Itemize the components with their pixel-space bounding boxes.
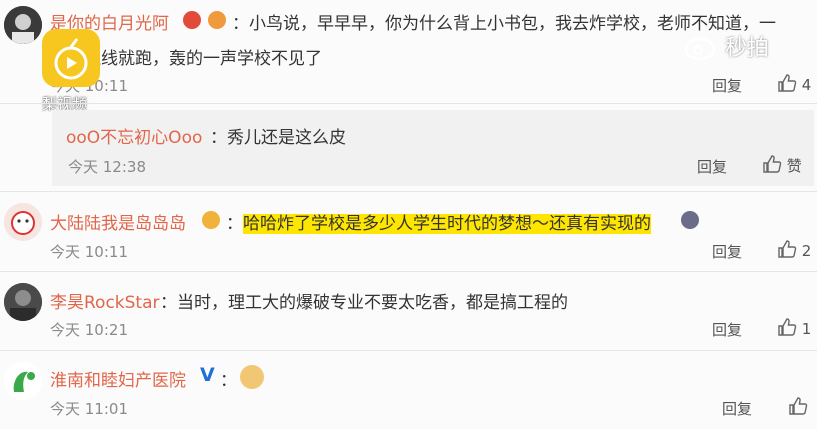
like-button[interactable]: 赞 — [762, 154, 802, 176]
weibo-watermark-text: 秒拍 — [725, 36, 770, 61]
medal-badge-icon — [202, 211, 220, 229]
emoji-icon — [183, 11, 201, 29]
dog-emoji-icon — [240, 365, 264, 389]
divider — [0, 191, 817, 192]
thumbs-up-icon — [763, 155, 782, 173]
divider — [0, 350, 817, 351]
comment-author-name[interactable]: 李昊RockStar — [50, 288, 160, 313]
comment-time: 今天 10:21 — [50, 321, 128, 339]
comment-colon: ： — [226, 214, 243, 234]
divider — [0, 103, 817, 104]
like-button[interactable]: 4 — [777, 73, 811, 94]
comment-time: 今天 11:01 — [50, 400, 128, 418]
reply-time: 今天 12:38 — [68, 158, 146, 176]
reply-button[interactable]: 回复 — [712, 241, 742, 262]
like-count: 2 — [801, 242, 812, 260]
avatar[interactable] — [4, 362, 42, 400]
reply-button[interactable]: 回复 — [712, 319, 742, 340]
reply-author-name[interactable]: ooO不忘初心Ooo — [66, 123, 202, 148]
comment-feed: 是你的白月光阿 ：小鸟说，早早早，你为什么背上小书包，我去炸学校，老师不知道，一… — [0, 0, 817, 429]
comment-text: ：哈哈炸了学校是多少人学生时代的梦想～还真有实现的 — [226, 209, 651, 234]
thumbs-up-icon — [778, 74, 797, 92]
weibo-watermark: 秒拍 — [684, 30, 769, 62]
comment-text: ：当时，理工大的爆破专业不要太吃香，都是搞工程的 — [160, 293, 568, 313]
reply-button[interactable]: 回复 — [712, 75, 742, 96]
avatar[interactable] — [4, 283, 42, 321]
like-button[interactable] — [788, 396, 808, 417]
like-button[interactable]: 2 — [777, 239, 811, 260]
reply-button[interactable]: 回复 — [697, 156, 727, 177]
like-button[interactable]: 1 — [777, 317, 811, 338]
divider — [0, 271, 817, 272]
verified-v-icon: V — [200, 364, 215, 386]
thumbs-up-icon — [778, 318, 797, 336]
pear-video-logo — [42, 29, 100, 87]
highlighted-text: 哈哈炸了学校是多少人学生时代的梦想～还真有实现的 — [243, 214, 651, 234]
comment-author-name[interactable]: 大陆陆我是岛岛岛 — [50, 209, 186, 234]
emoji-icon — [681, 211, 699, 229]
comment-text-continued: 拉线就跑，轰的一声学校不见了 — [84, 49, 322, 69]
thumbs-up-icon — [778, 240, 797, 258]
comment-text: ： — [220, 371, 237, 391]
thumbs-up-icon — [789, 397, 808, 415]
comment-time: 今天 10:11 — [50, 243, 128, 261]
like-count: 1 — [801, 320, 812, 338]
like-label: 赞 — [786, 157, 802, 175]
comment-author-name[interactable]: 淮南和睦妇产医院 — [50, 366, 186, 391]
avatar[interactable] — [4, 6, 42, 44]
reply-button[interactable]: 回复 — [722, 398, 752, 419]
like-count: 4 — [801, 76, 812, 94]
flame-emoji-icon — [208, 11, 226, 29]
avatar[interactable] — [4, 203, 42, 241]
reply-text: ：秀儿还是这么皮 — [210, 128, 346, 148]
weibo-logo-icon — [684, 37, 716, 61]
